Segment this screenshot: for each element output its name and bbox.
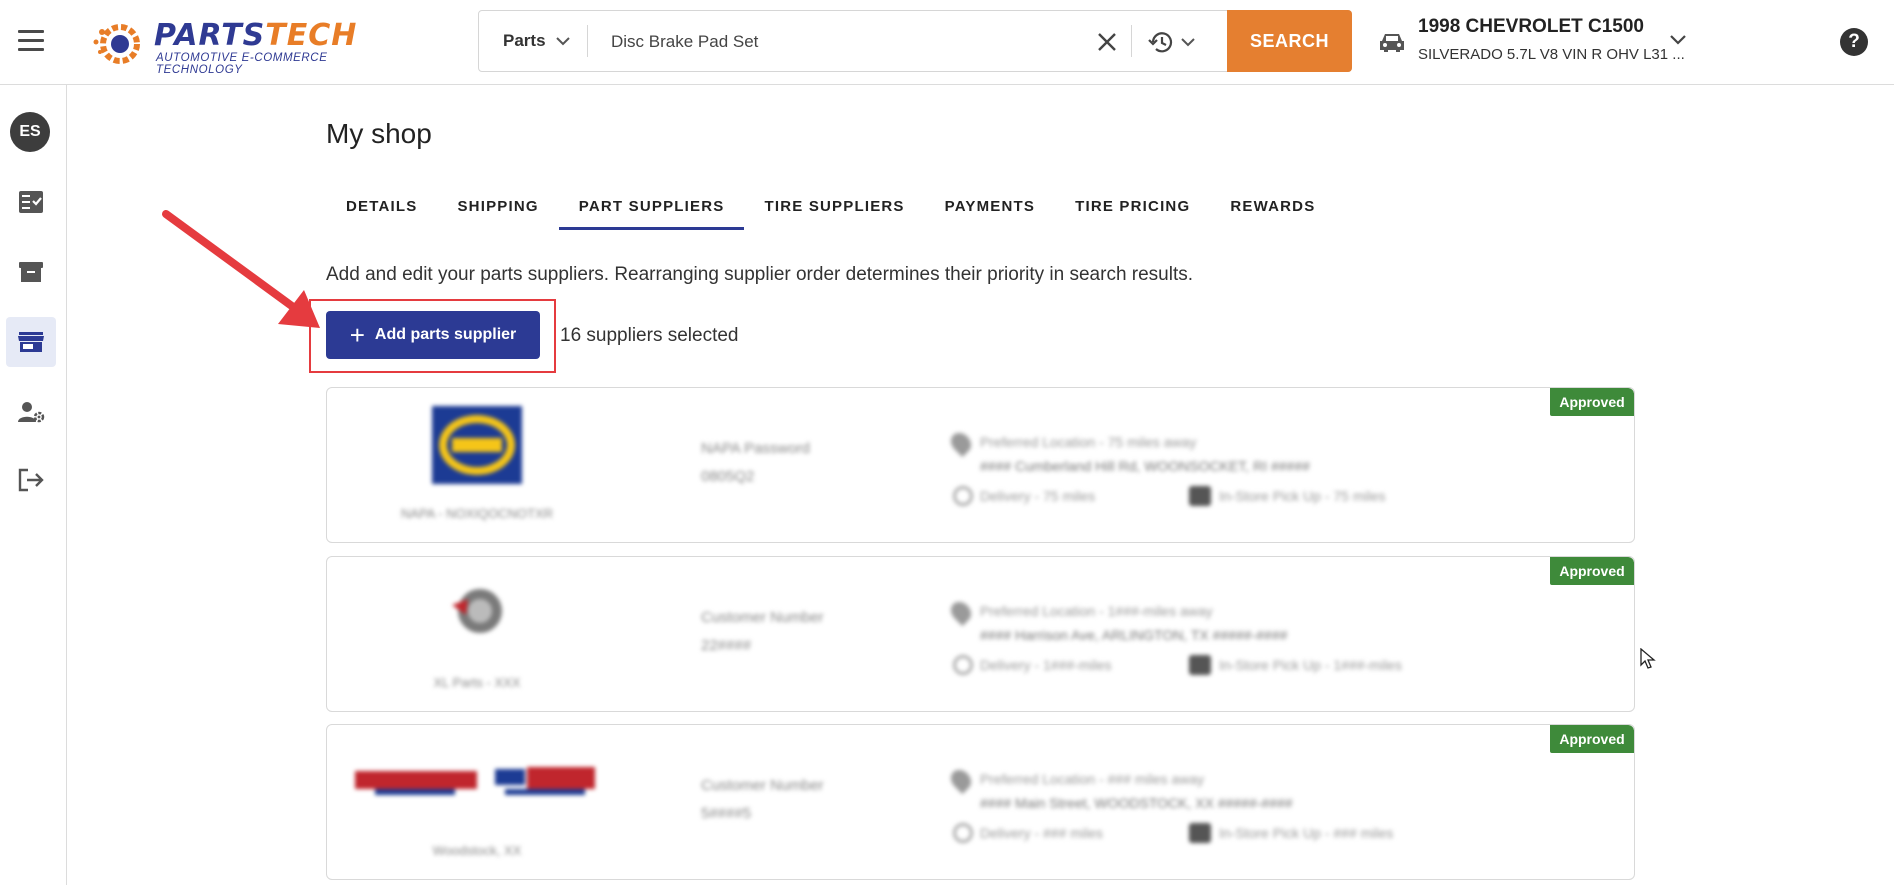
help-icon[interactable]: ?: [1840, 28, 1868, 56]
car-icon: [1380, 34, 1404, 52]
logo-wordmark: PARTSTECH: [154, 18, 358, 53]
hamburger-menu-icon[interactable]: [18, 30, 44, 52]
delivery-info: Delivery - 75 miles: [980, 488, 1096, 504]
avatar[interactable]: ES: [10, 112, 50, 152]
pickup-info: In-Store Pick Up - 75 miles: [1219, 488, 1386, 504]
add-parts-supplier-label: Add parts supplier: [374, 326, 517, 343]
sidebar-item-my-shop[interactable]: [6, 317, 56, 367]
search-button[interactable]: SEARCH: [1227, 10, 1352, 72]
sidebar: ES: [0, 85, 67, 885]
suppliers-selected-count: 16 suppliers selected: [560, 325, 739, 346]
supplier-card[interactable]: Approved NAPA - NOXIQOCNOTXR NAPA Passwo…: [326, 387, 1635, 543]
supplier-name: Woodstock, XX: [432, 843, 522, 858]
preferred-location: Preferred Location - ### miles away: [980, 771, 1205, 787]
supplier-logo: [432, 575, 522, 653]
history-icon: [1148, 32, 1173, 53]
preferred-location: Preferred Location - 1###-miles away: [980, 603, 1213, 619]
tab-details[interactable]: DETAILS: [326, 190, 437, 230]
sidebar-item-logout[interactable]: [6, 455, 56, 505]
top-bar: PARTSTECH AUTOMOTIVE E-COMMERCE TECHNOLO…: [0, 0, 1894, 85]
status-badge: Approved: [1550, 557, 1634, 585]
location-address: #### Main Street, WOODSTOCK, XX #####-##…: [980, 795, 1293, 811]
divider: [1131, 25, 1132, 57]
chevron-down-icon: [1670, 35, 1686, 45]
suppliers-description: Add and edit your parts suppliers. Rearr…: [326, 264, 1194, 285]
logout-icon: [18, 468, 44, 492]
tab-part-suppliers[interactable]: PART SUPPLIERS: [558, 190, 745, 230]
location-pin-icon: [946, 597, 976, 627]
add-parts-supplier-button[interactable]: + Add parts supplier: [326, 311, 540, 359]
account-label: Customer Number: [701, 609, 824, 626]
supplier-logo: [432, 406, 522, 484]
search-bar: Parts: [478, 10, 1352, 72]
supplier-name: NAPA - NOXIQOCNOTXR: [400, 506, 554, 521]
app-root: PARTSTECH AUTOMOTIVE E-COMMERCE TECHNOLO…: [0, 0, 1894, 885]
account-value: 22####: [701, 637, 752, 654]
user-settings-icon: [18, 402, 45, 423]
status-badge: Approved: [1550, 725, 1634, 753]
tab-payments[interactable]: PAYMENTS: [925, 190, 1055, 230]
search-type-label: Parts: [503, 31, 546, 50]
archive-icon: [19, 262, 43, 282]
checklist-icon: [19, 191, 43, 213]
delivery-icon: [953, 823, 973, 843]
location-pin-icon: [946, 428, 976, 458]
tab-shipping[interactable]: SHIPPING: [437, 190, 558, 230]
logo-gear-icon: [93, 24, 140, 64]
chevron-down-icon: [1181, 38, 1195, 47]
tab-rewards[interactable]: REWARDS: [1210, 190, 1335, 230]
pickup-info: In-Store Pick Up - ### miles: [1219, 825, 1394, 841]
account-label: Customer Number: [701, 777, 824, 794]
location-pin-icon: [946, 765, 976, 795]
account-value: 0805Q2: [701, 468, 755, 485]
supplier-card[interactable]: Approved XL Parts - XXX Customer Number …: [326, 556, 1635, 712]
delivery-info: Delivery - ### miles: [980, 825, 1103, 841]
store-pickup-icon: [1189, 486, 1211, 506]
location-address: #### Harrison Ave, ARLINGTON, TX #####-#…: [980, 627, 1288, 643]
supplier-logo: [355, 743, 597, 821]
delivery-info: Delivery - 1###-miles: [980, 657, 1112, 673]
tab-tire-suppliers[interactable]: TIRE SUPPLIERS: [744, 190, 924, 230]
plus-icon: +: [349, 320, 365, 350]
chevron-down-icon: [555, 37, 570, 46]
location-address: #### Cumberland Hill Rd, WOONSOCKET, RI …: [980, 458, 1310, 474]
account-value: 5####5: [701, 805, 752, 822]
store-pickup-icon: [1189, 655, 1211, 675]
search-input[interactable]: [611, 25, 1041, 59]
sidebar-item-archive[interactable]: [6, 247, 56, 297]
supplier-card[interactable]: Approved Woodstock, XX Customer Number 5…: [326, 724, 1635, 880]
tab-tire-pricing[interactable]: TIRE PRICING: [1055, 190, 1210, 230]
status-badge: Approved: [1550, 388, 1634, 416]
logo-tagline: AUTOMOTIVE E-COMMERCE TECHNOLOGY: [156, 52, 328, 76]
delivery-icon: [953, 486, 973, 506]
delivery-icon: [953, 655, 973, 675]
vehicle-title: 1998 CHEVROLET C1500: [1418, 16, 1644, 37]
vehicle-selector[interactable]: 1998 CHEVROLET C1500 SILVERADO 5.7L V8 V…: [1378, 14, 1698, 70]
shop-tabs: DETAILS SHIPPING PART SUPPLIERS TIRE SUP…: [326, 190, 1335, 230]
pickup-info: In-Store Pick Up - 1###-miles: [1219, 657, 1402, 673]
partstech-logo[interactable]: PARTSTECH AUTOMOTIVE E-COMMERCE TECHNOLO…: [90, 18, 390, 76]
sidebar-item-user-settings[interactable]: [6, 387, 56, 437]
annotation-arrow-icon: [162, 210, 320, 328]
vehicle-subtitle: SILVERADO 5.7L V8 VIN R OHV L31 ...: [1418, 46, 1685, 63]
page-title: My shop: [326, 118, 432, 149]
sidebar-item-orders[interactable]: [6, 177, 56, 227]
search-type-dropdown[interactable]: Parts: [503, 31, 570, 51]
store-pickup-icon: [1189, 823, 1211, 843]
supplier-name: XL Parts - XXX: [433, 675, 521, 690]
clear-search-icon[interactable]: [1093, 28, 1121, 56]
mouse-cursor-icon: [1640, 648, 1656, 669]
divider: [587, 25, 588, 57]
store-icon: [18, 332, 44, 352]
preferred-location: Preferred Location - 75 miles away: [980, 434, 1197, 450]
search-history-button[interactable]: [1147, 27, 1203, 57]
account-label: NAPA Password: [701, 440, 810, 457]
